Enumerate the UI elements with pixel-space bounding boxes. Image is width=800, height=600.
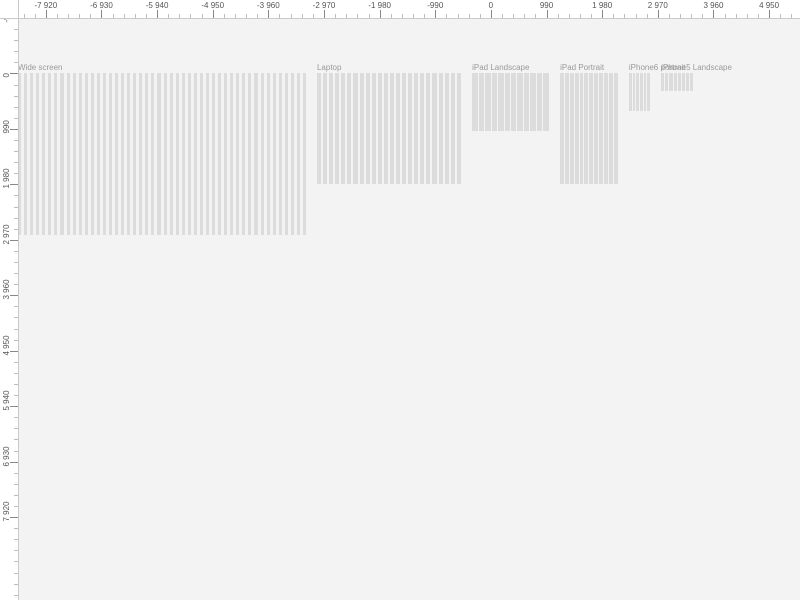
ruler-v-label: 7 920 <box>2 502 11 522</box>
ruler-h-label: -2 970 <box>313 1 336 10</box>
device-grid-columns <box>560 73 618 184</box>
ruler-h-label: 2 970 <box>648 1 668 10</box>
ruler-vertical: -99009901 9802 9703 9604 9505 9406 9307 … <box>0 18 19 600</box>
device-grid-columns <box>629 73 650 110</box>
device-label: iPhone5 Landscape <box>661 63 732 72</box>
ruler-v-label: 4 950 <box>2 335 11 355</box>
ruler-h-label: 3 960 <box>703 1 723 10</box>
ruler-h-label: -990 <box>427 1 443 10</box>
canvas-area[interactable]: Wide screenLaptopiPad LandscapeiPad Port… <box>18 18 800 600</box>
device-grid-columns <box>661 73 693 91</box>
ruler-v-label: 6 930 <box>2 446 11 466</box>
ruler-v-label: 2 970 <box>2 224 11 244</box>
ruler-horizontal: -7 920 -6 930 -5 940 -4 950 -3 960 -2 970 -1 9… <box>18 0 800 19</box>
device-frame[interactable]: iPhone5 Landscape <box>661 73 693 91</box>
ruler-h-label: -6 930 <box>90 1 113 10</box>
ruler-h-label: -4 950 <box>201 1 224 10</box>
ruler-h-label: -1 980 <box>368 1 391 10</box>
device-frame[interactable]: Laptop <box>317 73 461 184</box>
device-label: Wide screen <box>18 63 62 72</box>
device-grid-columns <box>472 73 549 130</box>
ruler-v-label: 0 <box>2 74 11 78</box>
ruler-h-label: 1 980 <box>592 1 612 10</box>
device-frame[interactable]: Wide screen <box>18 73 306 234</box>
device-label: Laptop <box>317 63 341 72</box>
ruler-h-label: 990 <box>540 1 553 10</box>
ruler-v-label: 1 980 <box>2 169 11 189</box>
ruler-h-label: 0 <box>489 1 493 10</box>
device-grid-columns <box>317 73 461 184</box>
ruler-v-label: 990 <box>2 120 11 133</box>
ruler-v-label: 3 960 <box>2 280 11 300</box>
ruler-v-label: 5 940 <box>2 391 11 411</box>
ruler-h-label: -3 960 <box>257 1 280 10</box>
device-frame[interactable]: iPad Landscape <box>472 73 549 130</box>
device-label: iPad Portrait <box>560 63 604 72</box>
ruler-h-label: -7 920 <box>34 1 57 10</box>
ruler-h-label: 4 950 <box>759 1 779 10</box>
device-grid-columns <box>18 73 306 234</box>
ruler-h-label: -5 940 <box>146 1 169 10</box>
ruler-corner <box>0 0 19 19</box>
device-frame[interactable]: iPad Portrait <box>560 73 618 184</box>
device-label: iPad Landscape <box>472 63 529 72</box>
device-frame[interactable]: iPhone6 portrait <box>629 73 650 110</box>
design-canvas-viewport[interactable]: -7 920 -6 930 -5 940 -4 950 -3 960 -2 970 -1 9… <box>0 0 800 600</box>
